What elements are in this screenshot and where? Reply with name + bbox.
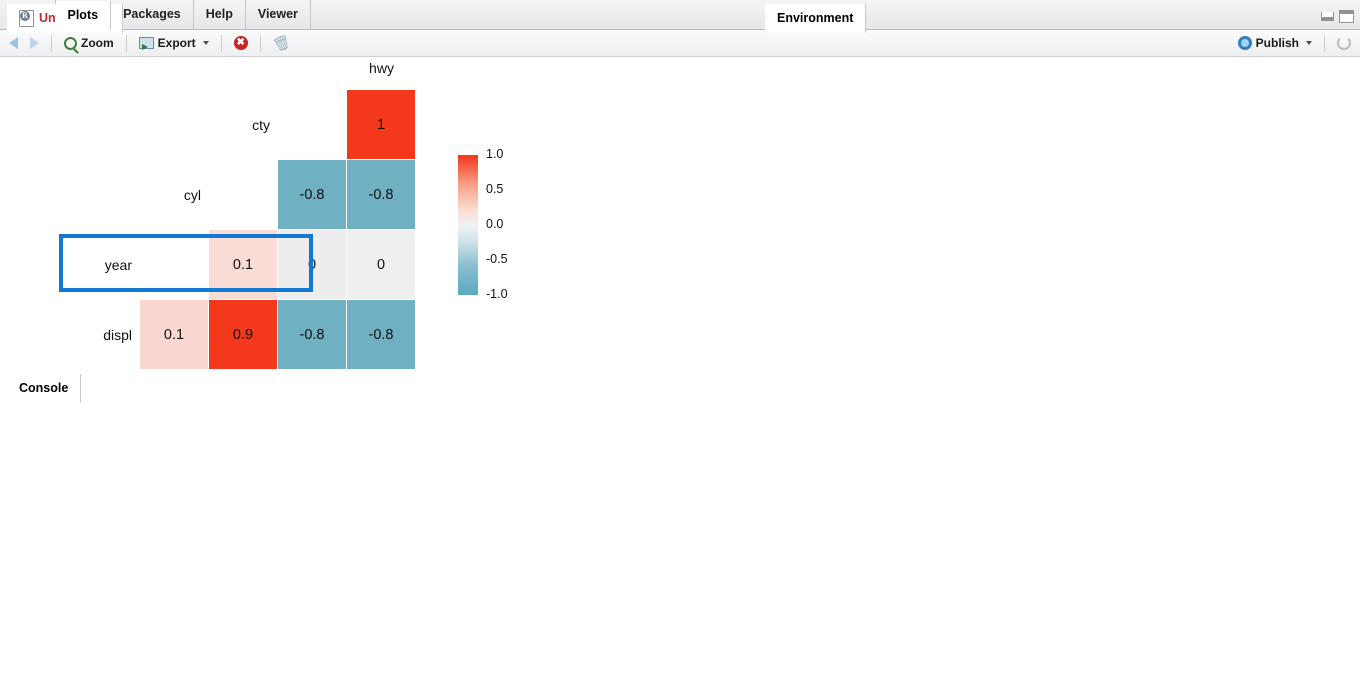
back-arrow-icon <box>9 37 18 49</box>
remove-plot-button[interactable]: ✖ <box>230 35 252 51</box>
tab-console[interactable]: Console <box>7 374 82 403</box>
heatmap-legend-tick: 1.0 <box>486 147 504 161</box>
heatmap-column-label-hwy: hwy <box>369 60 394 76</box>
forward-arrow-icon <box>30 37 39 49</box>
heatmap-cell: -0.8 <box>347 160 415 229</box>
tab-plots[interactable]: Plots <box>55 1 112 30</box>
heatmap-cell: 0.1 <box>209 230 277 299</box>
plots-pane: Files Plots Packages Help Viewer <box>0 0 1360 695</box>
tab-packages-label: Packages <box>123 7 181 21</box>
heatmap-cell: 0 <box>278 230 346 299</box>
previous-plot-button[interactable] <box>5 36 22 50</box>
export-plot-button[interactable]: Export <box>135 35 213 51</box>
refresh-plot-button[interactable] <box>1333 35 1355 51</box>
clear-all-plots-button[interactable]: 🗑 <box>269 31 295 54</box>
heatmap-legend-tick: 0.5 <box>486 182 504 196</box>
plots-tabbar: Files Plots Packages Help Viewer <box>0 0 1360 30</box>
zoom-plot-button[interactable]: Zoom <box>60 35 118 51</box>
heatmap-cell: 0.1 <box>140 300 208 369</box>
export-icon <box>138 37 154 50</box>
divider <box>125 34 127 52</box>
heatmap-cell: 0.9 <box>209 300 277 369</box>
divider <box>51 34 52 52</box>
publish-label: Publish <box>1255 36 1299 50</box>
chevron-down-icon[interactable] <box>1306 41 1312 45</box>
tab-help[interactable]: Help <box>194 0 246 29</box>
r-document-icon <box>19 9 34 27</box>
heatmap-row-label-displ: displ <box>103 327 132 343</box>
divider <box>259 34 261 52</box>
heatmap-cell: 0 <box>347 230 415 299</box>
heatmap-row-label-cty: cty <box>252 117 270 133</box>
tab-environment-label: Environment <box>777 11 854 25</box>
heatmap-cell: -0.8 <box>347 300 415 369</box>
remove-plot-icon: ✖ <box>233 36 248 50</box>
heatmap-legend-colorbar <box>458 155 478 295</box>
heatmap-cell: -0.8 <box>278 160 346 229</box>
plots-pane-inner: Files Plots Packages Help Viewer <box>0 0 1360 695</box>
heatmap-cell: 1 <box>347 90 415 159</box>
heatmap-row-label-cyl: cyl <box>183 187 201 203</box>
tab-plots-label: Plots <box>67 8 99 22</box>
plots-window-controls <box>1321 10 1354 23</box>
tab-packages[interactable]: Packages <box>111 0 194 29</box>
publish-button[interactable]: Publish <box>1234 35 1316 51</box>
next-plot-button[interactable] <box>26 36 43 50</box>
refresh-icon <box>1337 36 1351 50</box>
heatmap-legend-tick: -0.5 <box>486 252 508 266</box>
chevron-down-icon[interactable] <box>202 41 209 45</box>
heatmap-legend-tick: -1.0 <box>486 287 508 301</box>
tab-console-label: Console <box>19 381 69 395</box>
tab-help-label: Help <box>205 7 233 21</box>
broom-icon: 🗑 <box>270 31 293 54</box>
tab-viewer[interactable]: Viewer <box>246 0 311 29</box>
plots-toolbar: Zoom Export ✖ 🗑 Publish <box>0 30 1360 57</box>
correlation-heatmap-plot: hwy cty cyl year displ 1 -0.8 -0.8 0.1 0 0 0.1 0.9 -0… <box>0 57 1360 695</box>
minimize-icon[interactable] <box>1321 12 1334 21</box>
maximize-icon[interactable] <box>1339 10 1354 23</box>
export-label: Export <box>157 36 196 50</box>
heatmap-legend-tick: 0.0 <box>486 217 504 231</box>
zoom-icon <box>64 36 77 50</box>
heatmap-row-label-year: year <box>104 257 132 273</box>
heatmap-cell: -0.8 <box>278 300 346 369</box>
publish-icon <box>1237 36 1252 50</box>
divider <box>220 34 222 52</box>
zoom-label: Zoom <box>81 36 114 50</box>
rstudio-window: Untitled1* × <box>0 0 1360 695</box>
tab-viewer-label: Viewer <box>257 7 298 21</box>
tab-environment[interactable]: Environment <box>765 4 867 33</box>
divider <box>1324 34 1325 52</box>
